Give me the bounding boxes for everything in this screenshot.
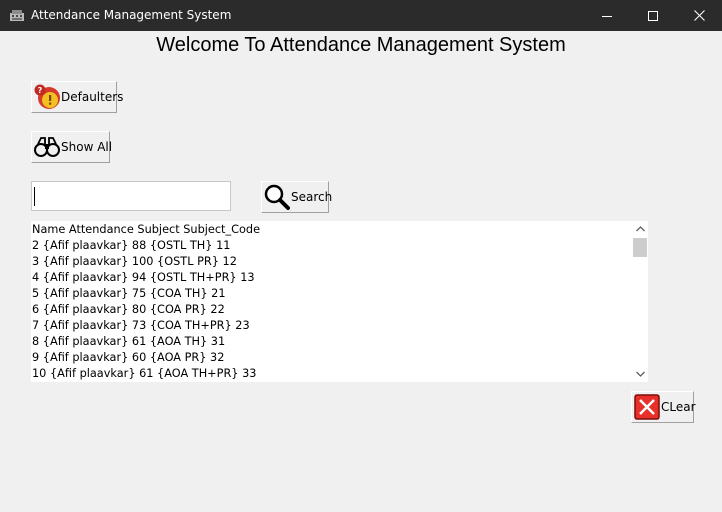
results-listbox[interactable]: Name Attendance Subject Subject_Code 2 {A…: [31, 221, 648, 382]
svg-text:?: ?: [38, 86, 43, 95]
red-x-icon: [634, 394, 660, 420]
warning-alert-icon: ?: [34, 84, 60, 109]
text-caret: [34, 187, 35, 206]
chevron-up-icon: [635, 226, 645, 232]
scroll-thumb[interactable]: [633, 238, 647, 257]
app-icon: [10, 10, 24, 21]
list-item[interactable]: 2 {Afif plaavkar} 88 {OSTL TH} 11: [32, 238, 630, 254]
list-item[interactable]: 3 {Afif plaavkar} 100 {OSTL PR} 12: [32, 254, 630, 270]
search-label: Search: [291, 190, 333, 204]
scroll-up-button[interactable]: [632, 221, 648, 237]
search-button[interactable]: Search: [261, 181, 333, 213]
list-item[interactable]: 6 {Afif plaavkar} 80 {COA PR} 22: [32, 302, 630, 318]
list-item[interactable]: 8 {Afif plaavkar} 61 {AOA TH} 31: [32, 334, 630, 350]
maximize-icon: [648, 10, 658, 21]
search-input[interactable]: [31, 181, 231, 211]
binoculars-icon: [34, 137, 60, 157]
close-button[interactable]: [676, 0, 722, 31]
show-all-button[interactable]: Show All: [31, 131, 113, 163]
vertical-scrollbar[interactable]: [632, 221, 648, 382]
clear-label: CLear: [661, 400, 696, 414]
list-header-row[interactable]: Name Attendance Subject Subject_Code: [32, 222, 630, 238]
magnifier-icon: [264, 184, 290, 210]
defaulters-button[interactable]: ? Defaulters: [31, 81, 123, 113]
scroll-down-button[interactable]: [632, 366, 648, 382]
clear-button[interactable]: CLear: [631, 391, 696, 423]
list-item[interactable]: 5 {Afif plaavkar} 75 {COA TH} 21: [32, 286, 630, 302]
list-item[interactable]: 7 {Afif plaavkar} 73 {COA TH+PR} 23: [32, 318, 630, 334]
results-list[interactable]: Name Attendance Subject Subject_Code 2 {A…: [32, 222, 630, 380]
list-item[interactable]: 10 {Afif plaavkar} 61 {AOA TH+PR} 33: [32, 366, 630, 380]
minimize-button[interactable]: [584, 0, 630, 31]
list-item[interactable]: 4 {Afif plaavkar} 94 {OSTL TH+PR} 13: [32, 270, 630, 286]
close-icon: [693, 10, 705, 21]
title-bar[interactable]: Attendance Management System: [0, 0, 722, 31]
minimize-icon: [602, 15, 612, 17]
chevron-down-icon: [635, 371, 645, 377]
show-all-label: Show All: [61, 140, 113, 154]
page-heading: Welcome To Attendance Management System: [156, 34, 566, 56]
maximize-button[interactable]: [630, 0, 676, 31]
window-title: Attendance Management System: [31, 8, 232, 22]
list-item[interactable]: 9 {Afif plaavkar} 60 {AOA PR} 32: [32, 350, 630, 366]
defaulters-label: Defaulters: [61, 90, 124, 104]
